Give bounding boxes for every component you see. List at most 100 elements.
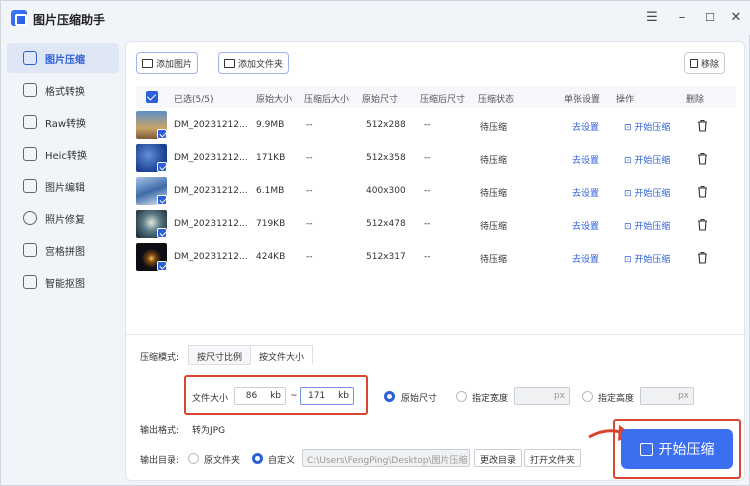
open-folder-button[interactable]: 打开文件夹 bbox=[524, 449, 582, 467]
fixed-height-label: 指定高度 bbox=[598, 394, 635, 404]
status: 待压缩 bbox=[480, 123, 508, 133]
close-icon[interactable]: ✕ bbox=[727, 9, 745, 27]
comp-size: -- bbox=[306, 120, 313, 130]
add-folder-label: 添加文件夹 bbox=[238, 59, 284, 70]
output-path-input[interactable]: C:\Users\FengPing\Desktop\图片压缩 bbox=[302, 449, 470, 467]
app-logo-icon bbox=[11, 10, 27, 26]
menu-icon[interactable]: ☰ bbox=[643, 9, 661, 27]
header-selected: 已选(5/5) bbox=[174, 95, 214, 105]
width-input[interactable]: px bbox=[514, 387, 570, 405]
trash-icon[interactable] bbox=[697, 218, 708, 231]
smart-cutout-icon bbox=[23, 275, 37, 289]
max-size-input[interactable]: 171 kb bbox=[300, 387, 354, 405]
minimize-icon[interactable]: – bbox=[673, 9, 691, 27]
fixed-width-radio[interactable] bbox=[456, 391, 467, 402]
source-folder-label: 原文件夹 bbox=[204, 456, 241, 466]
trash-icon[interactable] bbox=[697, 185, 708, 198]
go-setting-link[interactable]: 去设置 bbox=[572, 252, 599, 265]
min-size-unit: kb bbox=[270, 391, 281, 401]
grid-collage-icon bbox=[23, 243, 37, 257]
orig-dim: 512x478 bbox=[366, 219, 406, 229]
add-image-button[interactable]: 添加图片 bbox=[136, 52, 199, 74]
trash-icon bbox=[690, 58, 698, 68]
sidebar-item-image-compress[interactable]: 图片压缩 bbox=[7, 43, 119, 73]
tab-by-dimension[interactable]: 按尺寸比例 bbox=[188, 345, 252, 365]
header-orig-dim: 原始尺寸 bbox=[362, 95, 399, 105]
status: 待压缩 bbox=[480, 156, 508, 166]
start-compress-link[interactable]: ⊡ 开始压缩 bbox=[624, 120, 670, 133]
file-name: DM_20231212... bbox=[174, 153, 248, 163]
sidebar-item-image-edit[interactable]: 图片编辑 bbox=[7, 171, 119, 201]
tab-by-file-size[interactable]: 按文件大小 bbox=[250, 345, 314, 365]
row-checkbox[interactable] bbox=[157, 129, 167, 139]
header-single-setting: 单张设置 bbox=[564, 95, 601, 105]
sidebar-item-format-convert[interactable]: 格式转换 bbox=[7, 75, 119, 105]
header-orig-size: 原始大小 bbox=[256, 95, 293, 105]
start-compress-label: 开始压缩 bbox=[634, 222, 671, 232]
go-setting-link[interactable]: 去设置 bbox=[572, 120, 599, 133]
sidebar-item-label: 格式转换 bbox=[45, 86, 85, 98]
file-size-label: 文件大小 bbox=[192, 394, 229, 404]
row-checkbox[interactable] bbox=[157, 195, 167, 205]
custom-dir-label: 自定义 bbox=[268, 456, 296, 466]
start-compress-label: 开始压缩 bbox=[634, 255, 671, 265]
trash-icon[interactable] bbox=[697, 251, 708, 264]
start-compress-link[interactable]: ⊡ 开始压缩 bbox=[624, 219, 670, 232]
start-compress-link[interactable]: ⊡ 开始压缩 bbox=[624, 252, 670, 265]
remove-button[interactable]: 移除 bbox=[684, 52, 726, 74]
start-compress-link[interactable]: ⊡ 开始压缩 bbox=[624, 186, 670, 199]
image-compress-icon bbox=[23, 51, 37, 65]
min-size-input[interactable]: 86 kb bbox=[234, 387, 286, 405]
row-checkbox[interactable] bbox=[157, 162, 167, 172]
comp-size: -- bbox=[306, 186, 313, 196]
sidebar-item-heic-convert[interactable]: Heic转换 bbox=[7, 139, 119, 169]
start-compress-link[interactable]: ⊡ 开始压缩 bbox=[624, 153, 670, 166]
height-input[interactable]: px bbox=[640, 387, 694, 405]
sidebar-item-grid-collage[interactable]: 宫格拼图 bbox=[7, 235, 119, 265]
trash-icon[interactable] bbox=[697, 119, 708, 132]
custom-dir-radio[interactable] bbox=[252, 453, 263, 464]
add-folder-button[interactable]: 添加文件夹 bbox=[218, 52, 290, 74]
maximize-icon[interactable]: ☐ bbox=[701, 9, 719, 27]
go-setting-link[interactable]: 去设置 bbox=[572, 219, 599, 232]
trash-icon[interactable] bbox=[697, 152, 708, 165]
add-folder-icon bbox=[224, 58, 235, 68]
max-size-unit: kb bbox=[338, 391, 349, 401]
photo-repair-icon bbox=[23, 211, 37, 225]
sidebar-item-label: 照片修复 bbox=[45, 214, 85, 226]
header-delete: 删除 bbox=[686, 95, 705, 105]
select-all-checkbox[interactable] bbox=[146, 91, 158, 103]
status: 待压缩 bbox=[480, 222, 508, 232]
range-separator: ~ bbox=[290, 391, 298, 401]
table-row: DM_20231212... 719KB -- 512x478 -- 待压缩 去… bbox=[136, 208, 736, 241]
row-checkbox[interactable] bbox=[157, 261, 167, 271]
orig-size: 9.9MB bbox=[256, 120, 285, 130]
heic-convert-icon bbox=[23, 147, 37, 161]
title-bar: 图片压缩助手 ☰ – ☐ ✕ bbox=[1, 1, 750, 35]
fixed-height-radio[interactable] bbox=[582, 391, 593, 402]
sidebar-item-smart-cutout[interactable]: 智能抠图 bbox=[7, 267, 119, 297]
go-setting-link[interactable]: 去设置 bbox=[572, 186, 599, 199]
output-format-value: 转为JPG bbox=[192, 426, 226, 436]
status: 待压缩 bbox=[480, 189, 508, 199]
header-comp-dim: 压缩后尺寸 bbox=[420, 95, 466, 105]
compress-icon bbox=[639, 442, 653, 456]
sidebar-item-photo-repair[interactable]: 照片修复 bbox=[7, 203, 119, 233]
main-panel: 添加图片 添加文件夹 移除 已选(5/5) 原始大小 压缩后大小 原始尺寸 压缩… bbox=[125, 41, 746, 481]
orig-dim: 512x288 bbox=[366, 120, 406, 130]
source-folder-radio[interactable] bbox=[188, 453, 199, 464]
orig-size: 424KB bbox=[256, 252, 286, 262]
sidebar-item-label: 宫格拼图 bbox=[45, 246, 85, 258]
start-compress-button[interactable]: 开始压缩 bbox=[621, 429, 733, 469]
change-dir-button[interactable]: 更改目录 bbox=[474, 449, 523, 467]
sidebar-item-raw-convert[interactable]: Raw转换 bbox=[7, 107, 119, 137]
orig-dim: 400x300 bbox=[366, 186, 406, 196]
row-checkbox[interactable] bbox=[157, 228, 167, 238]
comp-dim: -- bbox=[424, 252, 431, 262]
original-size-radio[interactable] bbox=[384, 391, 395, 402]
table-header: 已选(5/5) 原始大小 压缩后大小 原始尺寸 压缩后尺寸 压缩状态 单张设置 … bbox=[136, 86, 736, 108]
image-edit-icon bbox=[23, 179, 37, 193]
comp-size: -- bbox=[306, 252, 313, 262]
go-setting-link[interactable]: 去设置 bbox=[572, 153, 599, 166]
file-name: DM_20231212... bbox=[174, 186, 248, 196]
